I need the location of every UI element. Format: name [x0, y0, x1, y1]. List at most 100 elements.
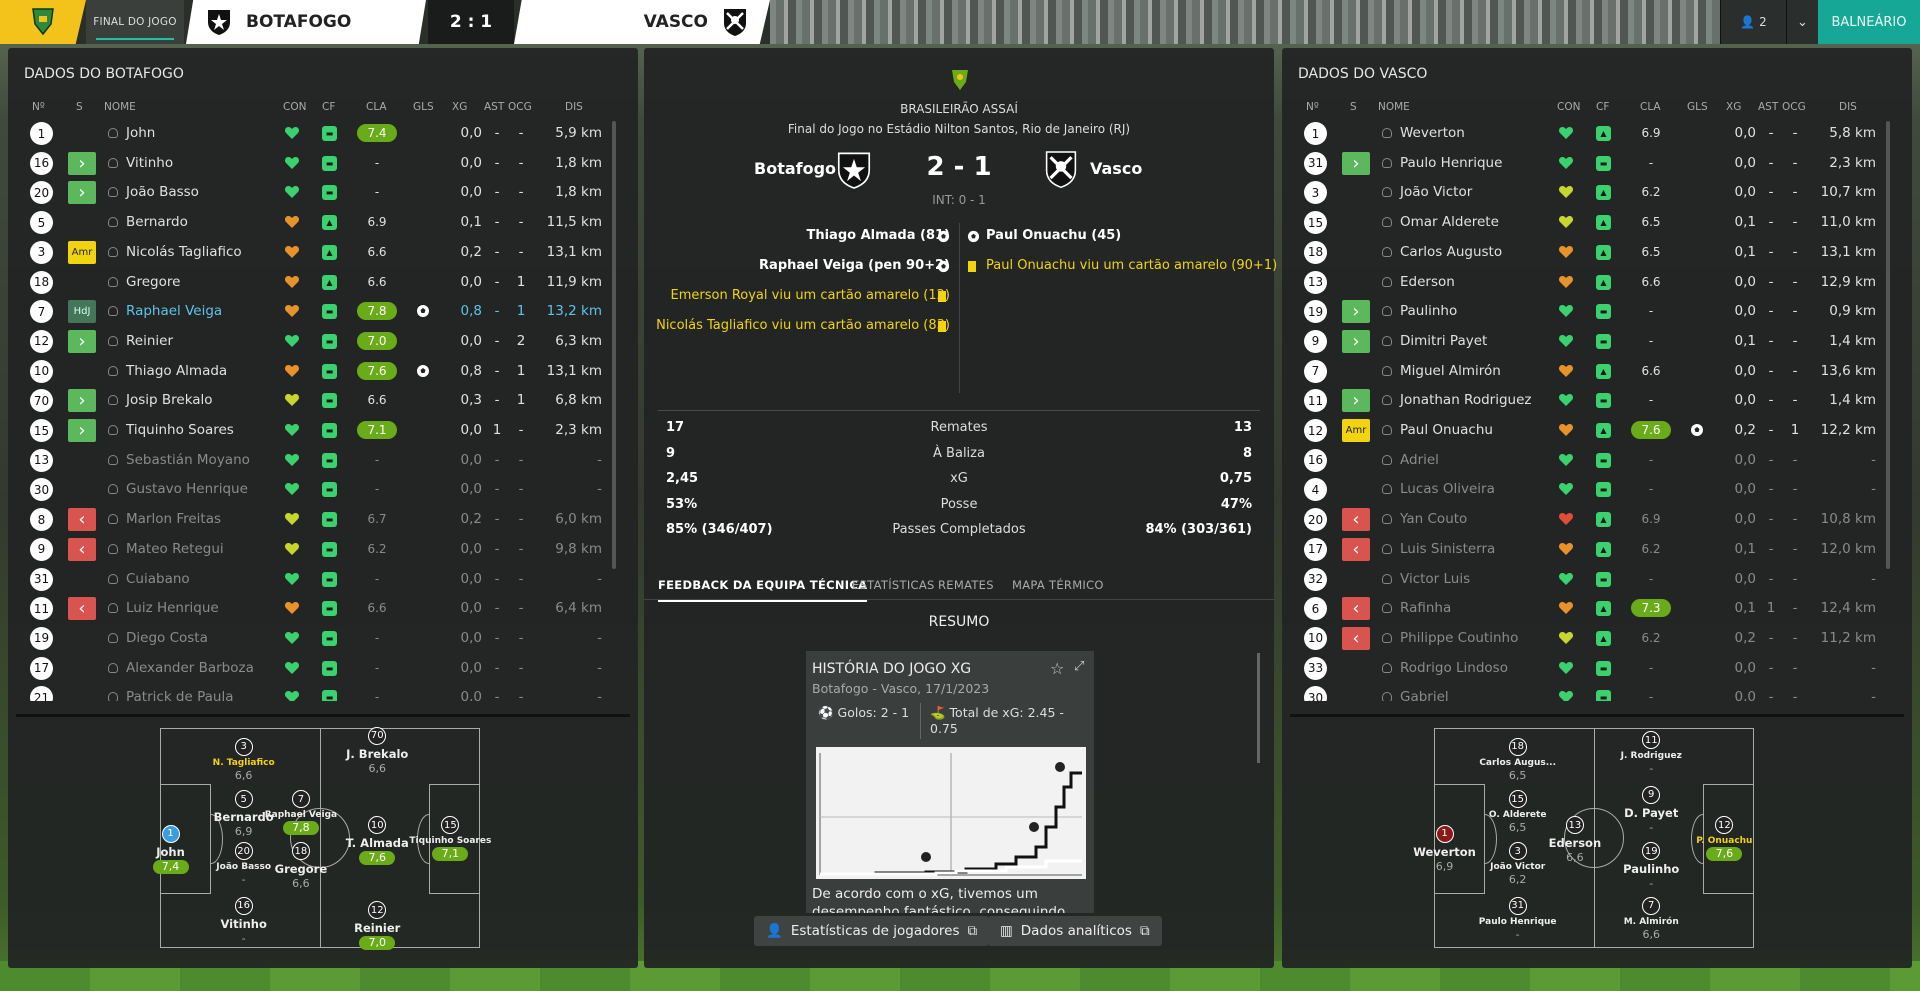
table-row[interactable]: 12 Amr Paul Onuachu ▲ 7.6 0,2-1 12,2 km [1298, 416, 1888, 446]
col-nome[interactable]: NOME [104, 101, 136, 113]
table-row[interactable]: 16 › Vitinho ▬ -0,0- -1,8 km [24, 149, 614, 179]
player-name[interactable]: Bernardo [126, 214, 188, 230]
player-name[interactable]: Yan Couto [1400, 511, 1467, 527]
player-name[interactable]: Reinier [126, 333, 173, 349]
table-row[interactable]: 4 Lucas Oliveira ▬ -0,0- - - [1298, 475, 1888, 505]
player-name[interactable]: Weverton [1400, 125, 1465, 141]
player-name[interactable]: Adriel [1400, 452, 1439, 468]
player-name[interactable]: Josip Brekalo [126, 392, 213, 408]
table-row[interactable]: 31 Cuiabano ▬ -0,0- - - [24, 565, 614, 595]
table-row[interactable]: 16 Adriel ▬ -0,0- - - [1298, 446, 1888, 476]
table-row[interactable]: 9 ‹ Mateo Retegui ▬ 6.2 0,0- -9,8 km [24, 535, 614, 565]
col-cf[interactable]: CF [322, 101, 335, 113]
table-row[interactable]: 30 Gustavo Henrique ▬ -0,0- - - [24, 475, 614, 505]
tab-2[interactable]: REMATES [938, 578, 994, 592]
table-row[interactable]: 3 Amr Nicolás Tagliafico ▲ 6.6 0,2- -13,1 km [24, 238, 614, 268]
pitch-player[interactable]: 12 Reinier 7,0 [335, 901, 419, 951]
pitch-player[interactable]: 70 J. Brekalo 6,6 [335, 726, 419, 776]
table-row[interactable]: 18 Gregore ▲ 6.6 0,0-1 11,9 km [24, 268, 614, 298]
table-row[interactable]: 8 ‹ Marlon Freitas ▬ 6.7 0,2- -6,0 km [24, 505, 614, 535]
player-name[interactable]: John [126, 125, 155, 141]
table-row[interactable]: 17 Alexander Barboza ▬ -0,0- - - [24, 654, 614, 684]
pitch-player[interactable]: 31 Paulo Henrique - [1476, 896, 1560, 942]
users-button[interactable]: 👤 2 [1720, 0, 1786, 44]
col-gls[interactable]: GLS [413, 101, 434, 113]
table-row[interactable]: 6 ‹ Rafinha ▲ 7.3 0,1 1- 12,4 km [1298, 594, 1888, 624]
player-name[interactable]: Ederson [1400, 274, 1455, 290]
player-name[interactable]: Luis Sinisterra [1400, 541, 1495, 557]
table-row[interactable]: 18 Carlos Augusto ▲ 6.5 0,1- -13,1 km [1298, 238, 1888, 268]
table-row[interactable]: 33 Rodrigo Lindoso ▬ -0,0- - - [1298, 654, 1888, 684]
col-ocg[interactable]: OCG [508, 101, 532, 113]
col-con[interactable]: CON [283, 101, 306, 113]
pitch-player[interactable]: 18 Gregore 6,6 [259, 842, 343, 891]
card-scrollbar[interactable] [1257, 653, 1260, 763]
pitch-player[interactable]: 9 D. Payet - [1609, 785, 1693, 835]
col-xg[interactable]: XG [1726, 101, 1741, 113]
table-row[interactable]: 17 ‹ Luis Sinisterra ▲ 6.2 0,1- -12,0 km [1298, 535, 1888, 565]
col-num[interactable]: Nº [32, 101, 45, 113]
player-name[interactable]: Alexander Barboza [126, 660, 254, 676]
pitch-player[interactable]: 15 Tiquinho Soares 7,1 [408, 816, 492, 862]
table-row[interactable]: 5 Bernardo ▲ 6.9 0,1- -11,5 km [24, 208, 614, 238]
table-row[interactable]: 70 › Josip Brekalo ▬ 6.6 0,3-1 6,8 km [24, 386, 614, 416]
col-s[interactable]: S [1350, 101, 1357, 113]
pitch-player[interactable]: 1 Weverton 6,9 [1403, 824, 1487, 874]
table-row[interactable]: 13 Sebastián Moyano ▬ -0,0- - - [24, 446, 614, 476]
pitch-player[interactable]: 7 Raphael Veiga 7,8 [259, 790, 343, 836]
tab-3[interactable]: MAPA TÉRMICO [1012, 578, 1104, 592]
pitch-player[interactable]: 11 J. Rodriguez - [1609, 731, 1693, 776]
pitch-player[interactable]: 1 John 7,4 [129, 824, 213, 874]
player-name[interactable]: João Victor [1400, 184, 1472, 200]
col-cla[interactable]: CLA [1640, 101, 1661, 113]
table-row[interactable]: 31 › Paulo Henrique ▬ -0,0- -2,3 km [1298, 149, 1888, 179]
table-row[interactable]: 1 Weverton ▲ 6.9 0,0- -5,8 km [1298, 119, 1888, 149]
col-ast[interactable]: AST [484, 101, 504, 113]
player-name[interactable]: Victor Luis [1400, 571, 1470, 587]
table-row[interactable]: 7 HdJ Raphael Veiga ▬ 7.8 0,8-1 13,2 km [24, 297, 614, 327]
table-row[interactable]: 9 › Dimitri Payet ▬ -0,1- -1,4 km [1298, 327, 1888, 357]
player-name[interactable]: Raphael Veiga [126, 303, 222, 319]
col-dis[interactable]: DIS [565, 101, 583, 113]
table-row[interactable]: 21 Patrick de Paula ▬ -0,0- - - [24, 683, 614, 701]
player-name[interactable]: Cuiabano [126, 571, 190, 587]
table-row[interactable]: 19 › Paulinho ▬ -0,0- -0,9 km [1298, 297, 1888, 327]
table-row[interactable]: 13 Ederson ▲ 6.6 0,0- -12,9 km [1298, 268, 1888, 298]
table-row[interactable]: 20 › João Basso ▬ -0,0- -1,8 km [24, 178, 614, 208]
player-name[interactable]: Vitinho [126, 155, 173, 171]
pitch-player[interactable]: 3 N. Tagliafico 6,6 [202, 737, 286, 783]
table-row[interactable]: 20 ‹ Yan Couto ▲ 6.9 0,0- -10,8 km [1298, 505, 1888, 535]
col-cf[interactable]: CF [1596, 101, 1609, 113]
col-s[interactable]: S [76, 101, 83, 113]
pitch-player[interactable]: 18 Carlos Augus... 6,5 [1476, 737, 1560, 783]
player-stats-button[interactable]: 👤 Estatísticas de jogadores ⧉ [754, 916, 990, 946]
player-name[interactable]: Gregore [126, 274, 180, 290]
tab-1[interactable]: ESTATÍSTICAS [852, 578, 935, 592]
table-row[interactable]: 15 › Tiquinho Soares ▬ 7.1 0,0 1- 2,3 km [24, 416, 614, 446]
pitch-player[interactable]: 7 M. Almirón 6,6 [1609, 896, 1693, 942]
player-name[interactable]: Sebastián Moyano [126, 452, 250, 468]
player-name[interactable]: Diego Costa [126, 630, 208, 646]
player-name[interactable]: Rafinha [1400, 600, 1451, 616]
balneario-button[interactable]: BALNEÁRIO [1818, 0, 1920, 44]
away-name[interactable]: Vasco [1090, 159, 1142, 178]
col-xg[interactable]: XG [452, 101, 467, 113]
col-ast[interactable]: AST [1758, 101, 1778, 113]
col-nome[interactable]: NOME [1378, 101, 1410, 113]
player-name[interactable]: Omar Alderete [1400, 214, 1499, 230]
player-name[interactable]: João Basso [126, 184, 199, 200]
pitch-player[interactable]: 10 T. Almada 7,6 [335, 816, 419, 866]
col-dis[interactable]: DIS [1839, 101, 1857, 113]
player-name[interactable]: Nicolás Tagliafico [126, 244, 242, 260]
player-name[interactable]: Patrick de Paula [126, 689, 234, 701]
col-con[interactable]: CON [1557, 101, 1580, 113]
pitch-player[interactable]: 13 Ederson 6,6 [1533, 816, 1617, 865]
tab-0[interactable]: FEEDBACK DA EQUIPA TÉCNICA [658, 578, 868, 602]
table-row[interactable]: 11 › Jonathan Rodriguez ▬ -0,0- -1,4 km [1298, 386, 1888, 416]
player-name[interactable]: Paulo Henrique [1400, 155, 1502, 171]
away-team-header[interactable]: VASCO [514, 0, 770, 44]
table-row[interactable]: 10 ‹ Philippe Coutinho ▲ 6.2 0,2- -11,2 km [1298, 624, 1888, 654]
player-name[interactable]: Gustavo Henrique [126, 481, 248, 497]
col-num[interactable]: Nº [1306, 101, 1319, 113]
dropdown-button[interactable]: ⌄ [1786, 0, 1818, 44]
